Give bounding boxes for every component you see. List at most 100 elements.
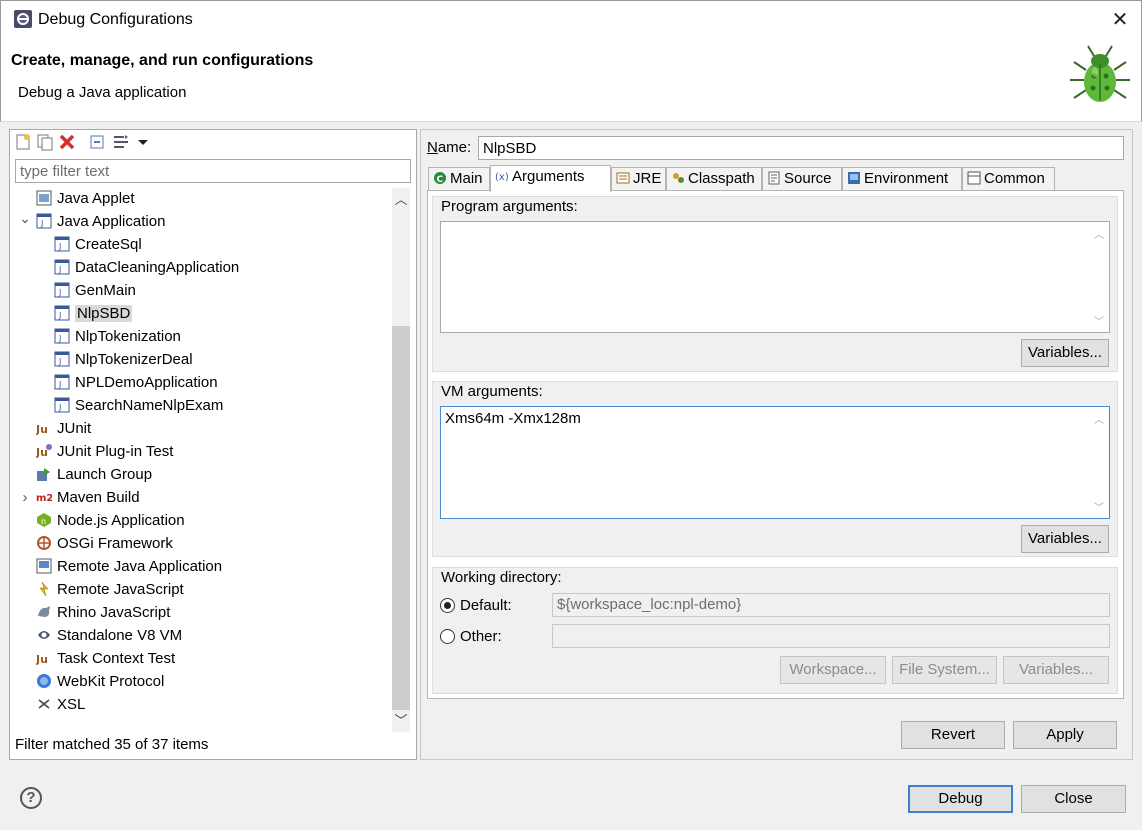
chevron-down-icon[interactable]: ⌄ [19, 211, 31, 233]
vm-variables-button[interactable]: Variables... [1021, 525, 1109, 553]
tree-category-webkit-protocol[interactable]: WebKit Protocol [36, 671, 164, 693]
program-variables-button[interactable]: Variables... [1021, 339, 1109, 367]
tree-item-searchnamenlpexam[interactable]: J SearchNameNlpExam [54, 395, 223, 417]
tab-label: Arguments [512, 168, 585, 185]
tree-category-standalone-v8-vm[interactable]: Standalone V8 VM [36, 625, 182, 647]
tree-item-label: Launch Group [57, 466, 153, 483]
tree-item-label: WebKit Protocol [57, 673, 165, 690]
tree-item-nlptokenization[interactable]: J NlpTokenization [54, 326, 181, 348]
tree-item-createsql[interactable]: J CreateSql [54, 234, 142, 256]
tab-environment[interactable]: Environment [842, 167, 962, 191]
maven-icon: m2 [36, 493, 52, 504]
tab-source[interactable]: Source [762, 167, 842, 191]
tab-classpath[interactable]: Classpath [666, 167, 762, 191]
tree-item-label: SearchNameNlpExam [75, 397, 224, 414]
tree-category-xsl[interactable]: XSL [36, 694, 85, 716]
tab-common[interactable]: Common [962, 167, 1055, 191]
other-radio[interactable] [440, 629, 455, 644]
duplicate-configuration-icon[interactable] [36, 133, 54, 151]
tree-scrollbar-thumb[interactable] [392, 326, 410, 710]
default-radio[interactable] [440, 598, 455, 613]
configuration-tree: Java Applet J Java Application ⌄ J CreateSql J… [10, 188, 390, 733]
rhino-icon [38, 606, 50, 617]
scroll-down-icon[interactable]: ﹀ [1091, 313, 1107, 328]
tree-item-label: Task Context Test [57, 650, 176, 667]
tree-category-maven-build[interactable]: m2 Maven Build [36, 487, 140, 509]
chevron-right-icon[interactable]: › [19, 487, 31, 509]
tab-arguments[interactable]: (x) Arguments [490, 165, 611, 192]
tree-category-junit[interactable]: Ju JUnit [36, 418, 91, 440]
tree-item-label: NlpSBD [75, 305, 133, 322]
vm-arguments-field[interactable]: Xms64m -Xmx128m [440, 406, 1110, 519]
tree-item-label: NlpTokenization [75, 328, 181, 345]
tab-jre[interactable]: JRE [611, 167, 666, 191]
svg-text:C: C [437, 175, 444, 185]
tree-item-label: Java Applet [57, 190, 135, 207]
svg-text:J: J [58, 288, 61, 297]
scroll-up-icon[interactable]: ︿ [1091, 411, 1107, 426]
java-class-icon: J [54, 351, 70, 367]
svg-text:J: J [58, 357, 61, 366]
svg-text:J: J [58, 242, 61, 251]
tree-item-npldemoapplication[interactable]: J NPLDemoApplication [54, 372, 218, 394]
tab-label: Environment [864, 170, 949, 187]
scroll-down-icon[interactable]: ﹀ [1091, 499, 1107, 514]
window-title: Debug Configurations [38, 11, 193, 28]
task-context-icon: Ju [36, 653, 48, 666]
scroll-down-icon[interactable]: ﹀ [393, 710, 409, 729]
tree-category-launch-group[interactable]: Launch Group [36, 464, 152, 486]
close-button[interactable]: Close [1021, 785, 1126, 813]
new-configuration-icon[interactable] [14, 133, 32, 151]
jre-tab-icon [616, 172, 630, 184]
scroll-up-icon[interactable]: ︿ [393, 189, 409, 208]
tab-label: JRE [633, 170, 662, 187]
svg-text:J: J [58, 311, 61, 320]
tree-item-label: OSGi Framework [57, 535, 173, 552]
help-icon[interactable]: ? [20, 787, 42, 809]
tree-category-task-context-test[interactable]: Ju Task Context Test [36, 648, 175, 670]
revert-button[interactable]: Revert [901, 721, 1005, 749]
tree-category-java-application[interactable]: J Java Application [36, 211, 165, 233]
tree-item-datacleaningapplication[interactable]: J DataCleaningApplication [54, 257, 239, 279]
tree-item-label: XSL [57, 696, 86, 713]
common-tab-icon [967, 171, 981, 185]
main-tab-icon: C [434, 172, 446, 185]
svg-text:J: J [58, 334, 61, 343]
apply-button[interactable]: Apply [1013, 721, 1117, 749]
collapse-all-icon[interactable] [88, 133, 106, 151]
filter-status-text: Filter matched 35 of 37 items [15, 736, 209, 753]
tree-category-rhino-javascript[interactable]: Rhino JavaScript [36, 602, 170, 624]
tree-category-java-applet[interactable]: Java Applet [36, 188, 135, 210]
tree-category-node-js-application[interactable]: n Node.js Application [36, 510, 185, 532]
delete-configuration-icon[interactable] [58, 133, 76, 151]
svg-text:J: J [58, 380, 61, 389]
tree-item-nlptokenizerdeal[interactable]: J NlpTokenizerDeal [54, 349, 193, 371]
java-class-icon: J [54, 328, 70, 344]
debug-bug-icon [1070, 45, 1130, 102]
chevron-down-icon[interactable] [134, 133, 152, 151]
workspace-button: Workspace... [780, 656, 886, 684]
tree-item-label: Rhino JavaScript [57, 604, 171, 621]
filter-input[interactable] [15, 159, 411, 183]
tree-category-osgi-framework[interactable]: OSGi Framework [36, 533, 173, 555]
tree-item-nlpsbd[interactable]: J NlpSBD [54, 303, 133, 325]
program-arguments-field[interactable] [440, 221, 1110, 333]
tree-item-label: Node.js Application [57, 512, 185, 529]
configuration-name-input[interactable] [478, 136, 1124, 160]
tree-item-genmain[interactable]: J GenMain [54, 280, 136, 302]
name-label-text: ame: [437, 139, 472, 156]
java-class-icon: J [54, 259, 70, 275]
close-window-icon[interactable]: ✕ [1106, 6, 1134, 34]
svg-text:J: J [58, 265, 61, 274]
xsl-icon [38, 699, 50, 709]
debug-button[interactable]: Debug [908, 785, 1013, 813]
tree-item-label: Standalone V8 VM [57, 627, 183, 644]
filter-configurations-icon[interactable] [112, 133, 130, 151]
tab-main[interactable]: C Main [428, 167, 490, 191]
tree-category-remote-javascript[interactable]: Remote JavaScript [36, 579, 184, 601]
scroll-up-icon[interactable]: ︿ [1091, 226, 1107, 241]
tree-category-junit-plug-in-test[interactable]: Ju JUnit Plug-in Test [36, 441, 173, 463]
java-class-icon: J [54, 282, 70, 298]
launch-group-icon [37, 468, 50, 481]
tree-category-remote-java-application[interactable]: Remote Java Application [36, 556, 222, 578]
